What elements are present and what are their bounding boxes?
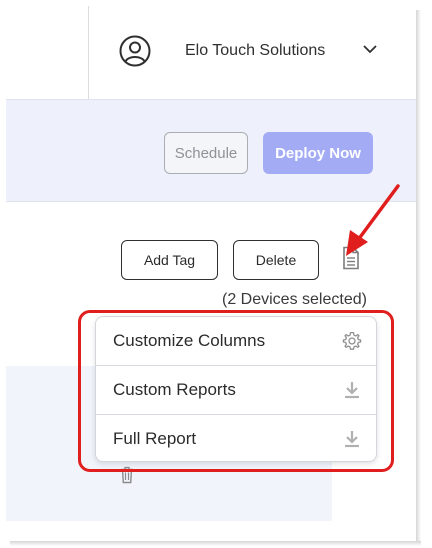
annotation-highlight-box (78, 310, 394, 472)
account-name[interactable]: Elo Touch Solutions (185, 42, 325, 60)
add-tag-button[interactable]: Add Tag (121, 240, 218, 280)
annotation-arrow-icon (346, 184, 400, 256)
header-divider (88, 6, 89, 99)
frame-shadow (416, 10, 421, 545)
chevron-down-icon[interactable] (363, 44, 377, 54)
schedule-button[interactable]: Schedule (164, 132, 248, 174)
delete-button[interactable]: Delete (233, 240, 319, 280)
top-header: Elo Touch Solutions (6, 6, 416, 99)
frame-shadow (10, 541, 421, 546)
selected-count: (2 Devices selected) (222, 291, 367, 308)
user-circle-icon[interactable] (119, 35, 151, 67)
app-window: Elo Touch Solutions Schedule Deploy Now … (6, 6, 416, 541)
deploy-now-button[interactable]: Deploy Now (263, 132, 373, 174)
